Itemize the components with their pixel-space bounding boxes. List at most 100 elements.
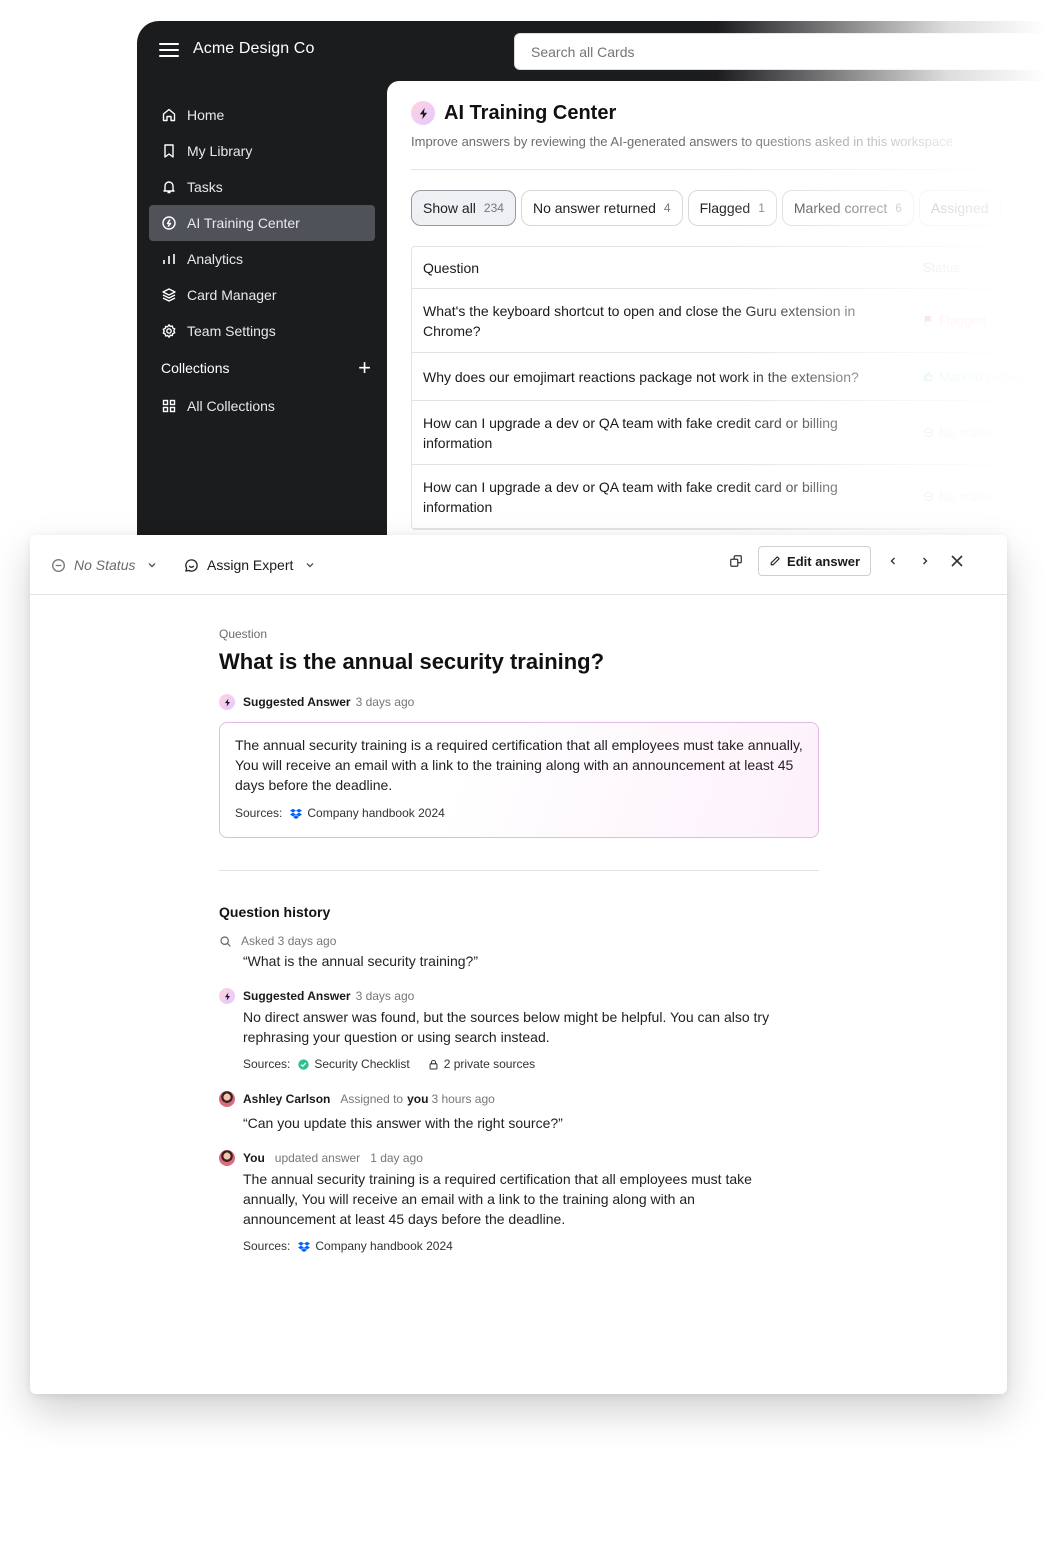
no-status-icon — [923, 427, 934, 438]
sidebar-item-label: Card Manager — [187, 287, 277, 303]
close-icon[interactable] — [947, 551, 967, 571]
history-title: Question history — [219, 904, 331, 920]
divider — [411, 169, 1046, 170]
edit-answer-button[interactable]: Edit answer — [758, 546, 871, 576]
question-history: Asked 3 days ago “What is the annual sec… — [219, 934, 819, 1253]
timestamp: 3 hours ago — [431, 1092, 495, 1106]
suggested-answer-meta: Suggested Answer 3 days ago — [219, 694, 819, 710]
sidebar-item-ai-training-center[interactable]: AI Training Center — [149, 205, 375, 241]
previous-icon[interactable] — [883, 551, 903, 571]
layers-icon — [162, 288, 176, 302]
sidebar-item-card-manager[interactable]: Card Manager — [149, 277, 375, 313]
history-text: “Can you update this answer with the rig… — [243, 1115, 563, 1131]
private-sources-label: 2 private sources — [443, 1057, 536, 1071]
avatar — [219, 1150, 235, 1166]
table-row[interactable]: How can I upgrade a dev or QA team with … — [412, 401, 1046, 465]
divider — [219, 870, 819, 871]
pencil-icon — [770, 556, 780, 566]
status-text: No status — [939, 424, 994, 440]
filter-chip-show-all[interactable]: Show all 234 — [411, 190, 516, 226]
question-title: What is the annual security training? — [219, 649, 605, 674]
assign-text: Assigned to — [340, 1092, 404, 1106]
grid-icon — [162, 399, 176, 413]
table-row[interactable]: What's the keyboard shortcut to open and… — [412, 289, 1046, 353]
bookmark-icon — [164, 144, 174, 158]
chip-label: Marked correct — [793, 200, 888, 216]
filter-chip-assigned[interactable]: Assigned — [918, 190, 1001, 226]
hamburger-menu-icon[interactable] — [159, 43, 179, 59]
dropbox-icon — [298, 1241, 311, 1252]
suggested-answer-label: Suggested Answer — [243, 989, 351, 1003]
history-item: You updated answer 1 day ago The annual … — [219, 1150, 819, 1253]
user-name: You — [243, 1151, 265, 1165]
table-header: Question Status — [412, 247, 1046, 289]
chip-count: 234 — [483, 201, 504, 215]
table-row[interactable]: Why does our emojimart reactions package… — [412, 353, 1046, 401]
table-row[interactable]: How can I upgrade a dev or QA team with … — [412, 465, 1046, 529]
filter-chips: Show all 234 No answer returned 4 Flagge… — [411, 190, 1046, 226]
page-title-text: AI Training Center — [444, 101, 617, 124]
suggested-answer-box: The annual security training is a requir… — [219, 722, 819, 838]
history-meta: Asked 3 days ago — [219, 934, 819, 948]
ai-training-panel: AI Training Center Improve answers by re… — [387, 81, 1046, 541]
questions-table: Question Status What's the keyboard shor… — [411, 246, 1046, 530]
source-link[interactable]: Security Checklist — [298, 1057, 410, 1071]
status-cell: Marked correct — [903, 367, 1026, 387]
filter-chip-no-answer-returned[interactable]: No answer returned 4 — [520, 190, 683, 226]
asked-label: Asked 3 days ago — [241, 934, 337, 948]
sidebar-item-label: My Library — [187, 143, 253, 159]
open-in-new-window-icon[interactable] — [726, 551, 746, 571]
lightning-icon — [219, 988, 235, 1004]
modal-content: Question What is the annual security tra… — [219, 627, 819, 1270]
search-icon — [220, 935, 231, 947]
app-window: Acme Design Co Home My Library Tasks AI … — [137, 21, 1046, 541]
status-cell: No status — [903, 487, 994, 507]
timestamp: 1 day ago — [370, 1151, 423, 1165]
history-item: Asked 3 days ago “What is the annual sec… — [219, 934, 819, 971]
chip-count: 4 — [663, 201, 671, 215]
status-text: Marked correct — [939, 368, 1026, 384]
filter-chip-flagged[interactable]: Flagged 1 — [687, 190, 777, 226]
thumbs-up-icon — [923, 371, 933, 382]
sidebar-item-team-settings[interactable]: Team Settings — [149, 313, 375, 349]
sidebar-item-all-collections[interactable]: All Collections — [149, 388, 375, 424]
workspace-name[interactable]: Acme Design Co — [193, 40, 314, 58]
source-link[interactable]: Company handbook 2024 — [298, 1239, 453, 1253]
sidebar-item-label: Team Settings — [187, 323, 276, 339]
timestamp: 3 days ago — [355, 989, 415, 1003]
sidebar-item-label: Home — [187, 107, 225, 123]
answer-sources: Sources: Company handbook 2024 — [235, 803, 803, 823]
column-header-question: Question — [423, 259, 480, 276]
chevron-down-icon — [306, 563, 314, 568]
private-sources[interactable]: 2 private sources — [428, 1057, 535, 1071]
chevron-down-icon — [148, 563, 156, 568]
timestamp: 3 days ago — [355, 695, 415, 709]
status-cell: Flagged — [903, 311, 986, 331]
page-subtitle: Improve answers by reviewing the AI-gene… — [411, 134, 953, 149]
sidebar-item-home[interactable]: Home — [149, 97, 375, 133]
chip-label: Assigned — [930, 200, 989, 216]
sidebar-item-my-library[interactable]: My Library — [149, 133, 375, 169]
status-cell: No status — [903, 423, 994, 443]
collections-header: Collections + — [161, 357, 371, 379]
next-icon[interactable] — [915, 551, 935, 571]
sidebar-item-label: Tasks — [187, 179, 223, 195]
sources-label: Sources: — [243, 1239, 291, 1253]
user-name: Ashley Carlson — [243, 1092, 331, 1106]
source-link[interactable]: Company handbook 2024 — [290, 803, 445, 823]
filter-chip-marked-correct[interactable]: Marked correct 6 — [781, 190, 914, 226]
dropbox-icon — [290, 808, 303, 819]
question-cell: How can I upgrade a dev or QA team with … — [423, 414, 838, 451]
status-dropdown[interactable]: No Status — [51, 557, 157, 573]
lightning-icon — [219, 694, 235, 710]
chip-label: No answer returned — [532, 200, 656, 216]
sidebar-item-tasks[interactable]: Tasks — [149, 169, 375, 205]
add-collection-icon[interactable]: + — [358, 357, 371, 379]
chip-label: Flagged — [699, 200, 751, 216]
search-input[interactable] — [514, 33, 1046, 70]
sidebar-item-analytics[interactable]: Analytics — [149, 241, 375, 277]
modal-toolbar: No Status Assign Expert Edit answer — [30, 535, 1007, 595]
source-name: Company handbook 2024 — [315, 1239, 453, 1253]
no-status-icon — [52, 558, 65, 572]
assign-expert-dropdown[interactable]: Assign Expert — [184, 557, 315, 573]
